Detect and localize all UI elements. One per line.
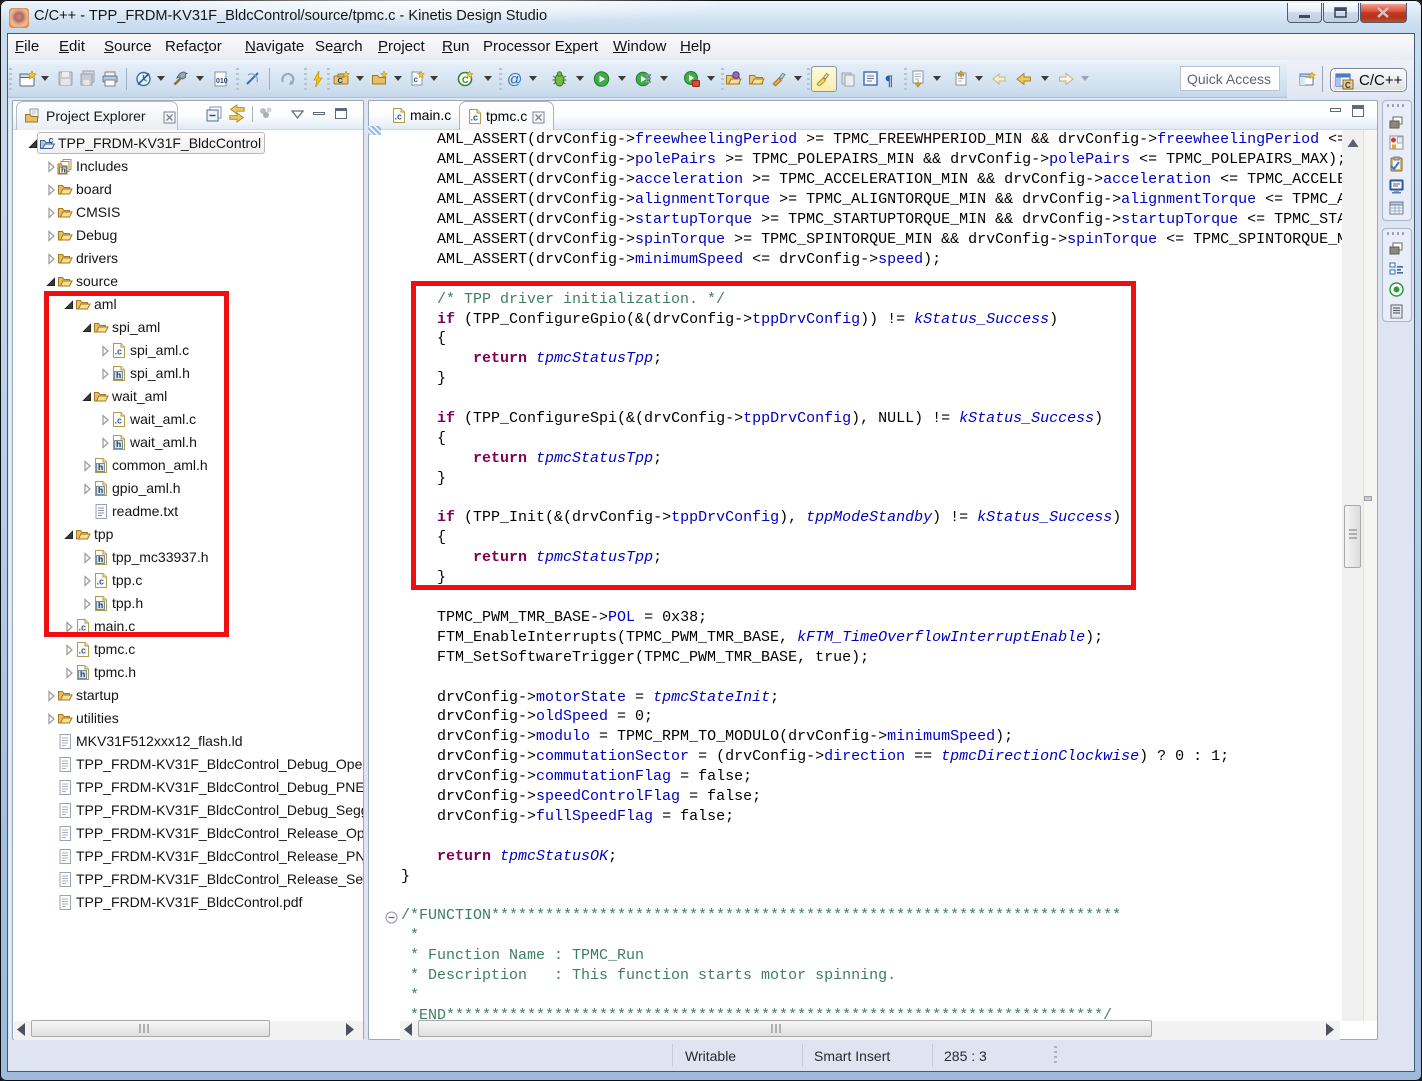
svg-text:C: C <box>338 76 344 85</box>
svg-text:¶: ¶ <box>885 73 893 89</box>
svg-text:@: @ <box>507 71 522 88</box>
svg-text:010: 010 <box>216 78 228 85</box>
svg-text:C: C <box>1345 81 1351 90</box>
svg-text:c: c <box>414 75 419 84</box>
